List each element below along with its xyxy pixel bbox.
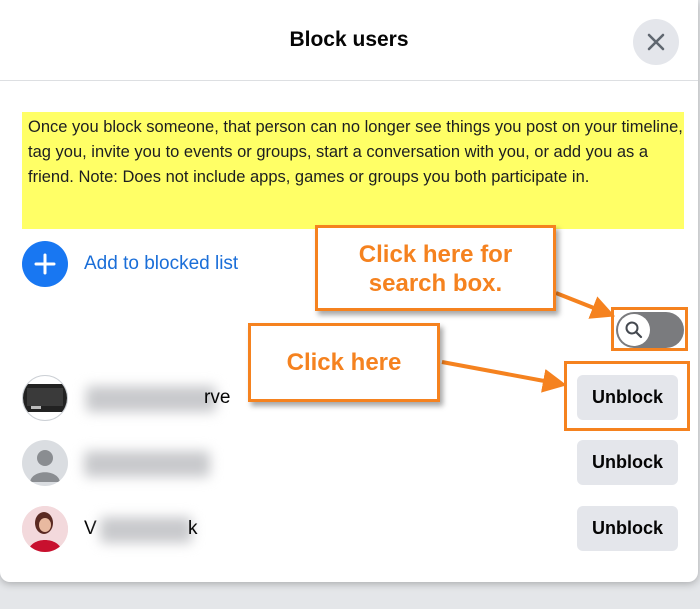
arrow-to-search bbox=[555, 291, 616, 319]
unblock-callout: Click here bbox=[248, 323, 440, 402]
search-box-callout: Click here for search box. bbox=[315, 225, 556, 311]
arrow-to-unblock bbox=[441, 360, 567, 393]
